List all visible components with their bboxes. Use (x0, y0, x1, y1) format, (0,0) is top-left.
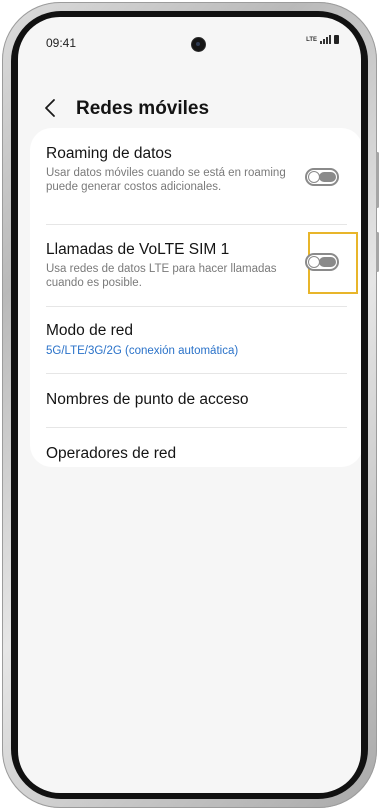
volte-sim1-toggle[interactable] (305, 253, 339, 271)
divider (46, 224, 347, 225)
data-roaming-toggle[interactable] (305, 168, 339, 186)
toggle-knob (308, 256, 320, 268)
setting-row-network-operators[interactable]: Operadores de red (30, 444, 361, 466)
signal-icon (320, 34, 331, 44)
status-time: 09:41 (46, 36, 77, 50)
setting-value: 5G/LTE/3G/2G (conexión automática) (46, 345, 239, 357)
battery-icon (334, 35, 339, 44)
setting-row-network-mode[interactable]: Modo de red 5G/LTE/3G/2G (conexión autom… (30, 321, 361, 361)
toggle-track (319, 257, 336, 267)
setting-description: Usar datos móviles cuando se está en roa… (46, 167, 286, 193)
chevron-left-icon (45, 99, 55, 117)
divider (46, 373, 347, 374)
setting-description: Usa redes de datos LTE para hacer llamad… (46, 263, 277, 289)
setting-title: Modo de red (46, 322, 134, 339)
toggle-knob (308, 171, 320, 183)
back-button[interactable] (40, 97, 62, 119)
status-icons: LTE (306, 34, 339, 44)
page-title: Redes móviles (76, 98, 210, 119)
app-header: Redes móviles (18, 89, 361, 129)
toggle-track (319, 172, 336, 182)
setting-title: Nombres de punto de acceso (46, 391, 249, 408)
setting-row-access-point-names[interactable]: Nombres de punto de acceso (30, 390, 361, 412)
volume-button (376, 152, 379, 208)
divider (46, 427, 347, 428)
status-bar: 09:41 LTE (18, 17, 361, 59)
setting-title: Roaming de datos (46, 145, 172, 162)
setting-title: Operadores de red (46, 445, 177, 462)
lte-icon: LTE (306, 37, 317, 43)
settings-card: Roaming de datos Usar datos móviles cuan… (30, 128, 361, 467)
front-camera (192, 38, 205, 51)
power-button (376, 232, 379, 272)
divider (46, 306, 347, 307)
phone-screen: 09:41 LTE Redes móviles Roaming de datos… (18, 17, 361, 793)
